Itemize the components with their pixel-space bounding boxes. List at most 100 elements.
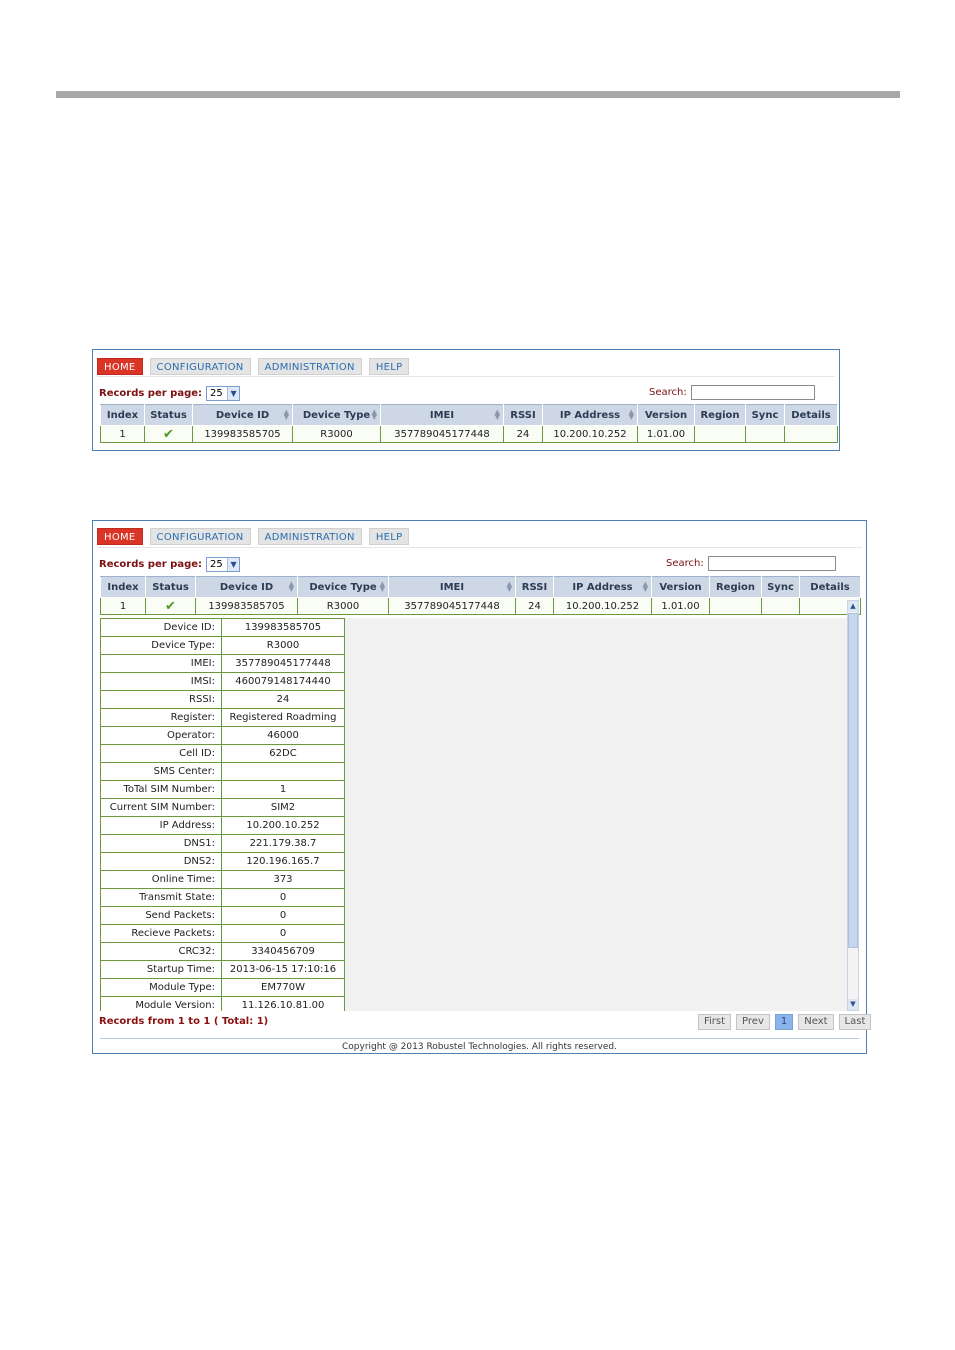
detail-row: DNS2: 120.196.165.7 xyxy=(100,852,345,871)
column-header-index[interactable]: Index xyxy=(100,576,146,598)
cell-device-id: 139983585705 xyxy=(195,597,298,615)
pager-next-button[interactable]: Next xyxy=(798,1014,834,1030)
scrollbar-thumb[interactable] xyxy=(848,613,858,948)
check-icon: ✔ xyxy=(165,598,176,614)
tab-help[interactable]: HELP xyxy=(368,528,410,545)
cell-details[interactable] xyxy=(784,425,838,443)
detail-value: 11.126.10.81.00 xyxy=(221,996,345,1011)
tab-home[interactable]: HOME xyxy=(97,528,143,545)
detail-row: Send Packets: 0 xyxy=(100,906,345,925)
column-header-device-type[interactable]: Device Type ▲ ▼ xyxy=(297,576,389,598)
detail-row: Device ID: 139983585705 xyxy=(100,618,345,637)
detail-label: Recieve Packets: xyxy=(100,924,222,943)
device-detail-table: Device ID: 139983585705 Device Type: R3000 I… xyxy=(100,618,345,1011)
column-header-rssi[interactable]: RSSI xyxy=(515,576,554,598)
detail-value: 62DC xyxy=(221,744,345,763)
table-row[interactable]: 1 ✔ 139983585705 R3000 357789045177448 2… xyxy=(100,425,838,443)
detail-value: 0 xyxy=(221,888,345,907)
cell-sync[interactable] xyxy=(761,597,800,615)
detail-value: 3340456709 xyxy=(221,942,345,961)
main-nav: HOME CONFIGURATION ADMINISTRATION HELP xyxy=(97,528,416,545)
column-header-version[interactable]: Version xyxy=(651,576,710,598)
column-header-imei[interactable]: IMEI ▲ ▼ xyxy=(388,576,516,598)
pager-first-button[interactable]: First xyxy=(698,1014,732,1030)
column-header-imei[interactable]: IMEI ▲ ▼ xyxy=(380,404,504,426)
detail-value: SIM2 xyxy=(221,798,345,817)
cell-device-type: R3000 xyxy=(297,597,389,615)
column-header-details[interactable]: Details xyxy=(784,404,838,426)
detail-row: SMS Center: xyxy=(100,762,345,781)
tab-help[interactable]: HELP xyxy=(368,358,410,375)
detail-label: Transmit State: xyxy=(100,888,222,907)
search-input[interactable] xyxy=(690,385,815,400)
detail-row: RSSI: 24 xyxy=(100,690,345,709)
detail-label: Module Version: xyxy=(100,996,222,1011)
tab-configuration[interactable]: CONFIGURATION xyxy=(149,358,251,375)
detail-value: 46000 xyxy=(221,726,345,745)
column-header-status[interactable]: Status xyxy=(144,404,193,426)
scroll-up-icon[interactable]: ▲ xyxy=(848,601,858,612)
column-header-sync[interactable]: Sync xyxy=(761,576,800,598)
column-header-status[interactable]: Status xyxy=(145,576,196,598)
pager-page-1-button[interactable]: 1 xyxy=(774,1014,794,1030)
detail-value: Registered Roadming xyxy=(221,708,345,727)
detail-row: DNS1: 221.179.38.7 xyxy=(100,834,345,853)
detail-label: IMEI: xyxy=(100,654,222,673)
detail-value: 139983585705 xyxy=(221,618,345,637)
column-header-rssi[interactable]: RSSI xyxy=(503,404,543,426)
column-header-ip-address[interactable]: IP Address ▲ ▼ xyxy=(553,576,652,598)
device-table: Index Status Device ID ▲ ▼ Device Type ▲ ▼ I… xyxy=(100,576,861,615)
tab-administration[interactable]: ADMINISTRATION xyxy=(257,528,362,545)
cell-rssi: 24 xyxy=(515,597,554,615)
footer-divider xyxy=(100,1038,859,1039)
records-per-page: Records per page: 25 ▼ xyxy=(99,386,241,401)
detail-label: Send Packets: xyxy=(100,906,222,925)
pager-prev-button[interactable]: Prev xyxy=(736,1014,770,1030)
detail-row: Device Type: R3000 xyxy=(100,636,345,655)
vertical-scrollbar[interactable]: ▲ ▼ xyxy=(847,600,859,1011)
tab-home[interactable]: HOME xyxy=(97,358,143,375)
records-per-page-select[interactable]: 25 ▼ xyxy=(206,386,241,401)
sort-icon: ▲ ▼ xyxy=(379,580,385,593)
detail-label: Online Time: xyxy=(100,870,222,889)
detail-label: RSSI: xyxy=(100,690,222,709)
pager-last-button[interactable]: Last xyxy=(838,1014,872,1030)
column-header-ip-address[interactable]: IP Address ▲ ▼ xyxy=(542,404,638,426)
table-row[interactable]: 1 ✔ 139983585705 R3000 357789045177448 2… xyxy=(100,597,861,615)
search-label: Search: xyxy=(666,558,704,569)
detail-row: Module Type: EM770W xyxy=(100,978,345,997)
column-header-sync[interactable]: Sync xyxy=(745,404,785,426)
device-details-panel: HOME CONFIGURATION ADMINISTRATION HELP R… xyxy=(92,520,872,1054)
search-input[interactable] xyxy=(707,556,836,571)
detail-row: Recieve Packets: 0 xyxy=(100,924,345,943)
records-per-page-select[interactable]: 25 ▼ xyxy=(206,557,241,572)
column-header-region[interactable]: Region xyxy=(694,404,746,426)
cell-imei: 357789045177448 xyxy=(380,425,504,443)
detail-row: Online Time: 373 xyxy=(100,870,345,889)
scroll-down-icon[interactable]: ▼ xyxy=(848,999,858,1010)
cell-version: 1.01.00 xyxy=(651,597,710,615)
detail-label: SMS Center: xyxy=(100,762,222,781)
column-header-device-id[interactable]: Device ID ▲ ▼ xyxy=(192,404,293,426)
detail-label: Module Type: xyxy=(100,978,222,997)
detail-row: CRC32: 3340456709 xyxy=(100,942,345,961)
sort-icon: ▲ ▼ xyxy=(371,408,377,421)
tab-administration[interactable]: ADMINISTRATION xyxy=(257,358,362,375)
sort-icon: ▲ ▼ xyxy=(642,580,648,593)
detail-row: Cell ID: 62DC xyxy=(100,744,345,763)
copyright-text: Copyright @ 2013 Robustel Technologies. … xyxy=(341,1042,617,1052)
cell-sync[interactable] xyxy=(745,425,785,443)
column-header-region[interactable]: Region xyxy=(709,576,762,598)
detail-value: 2013-06-15 17:10:16 xyxy=(221,960,345,979)
column-header-device-id[interactable]: Device ID ▲ ▼ xyxy=(195,576,298,598)
tab-configuration[interactable]: CONFIGURATION xyxy=(149,528,251,545)
column-header-details[interactable]: Details xyxy=(799,576,861,598)
detail-label: DNS2: xyxy=(100,852,222,871)
cell-rssi: 24 xyxy=(503,425,543,443)
column-header-device-type[interactable]: Device Type ▲ ▼ xyxy=(292,404,381,426)
column-header-version[interactable]: Version xyxy=(637,404,695,426)
column-header-index[interactable]: Index xyxy=(100,404,145,426)
records-per-page-value: 25 xyxy=(210,388,223,399)
tab-divider xyxy=(97,376,835,377)
main-nav: HOME CONFIGURATION ADMINISTRATION HELP xyxy=(97,358,416,375)
